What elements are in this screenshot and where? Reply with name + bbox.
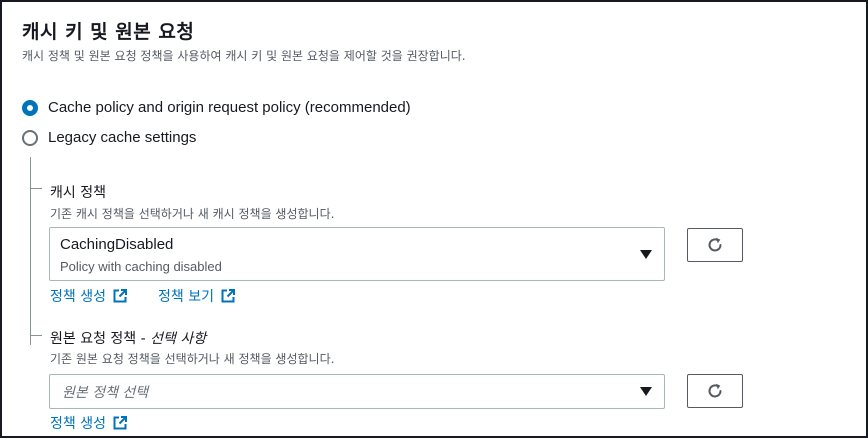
cache-policy-refresh-button[interactable] — [687, 228, 743, 262]
external-link-icon — [220, 288, 236, 304]
origin-request-policy-title-text: 원본 요청 정책 - — [50, 331, 146, 347]
origin-request-policy-placeholder: 원본 정책 선택 — [62, 385, 149, 401]
cache-policy-title: 캐시 정책 — [50, 185, 106, 201]
refresh-icon — [708, 237, 722, 252]
radio-label-recommended: Cache policy and origin request policy (… — [48, 99, 411, 116]
create-cache-policy-link[interactable]: 정책 생성 — [50, 286, 128, 306]
cache-policy-selected-description: Policy with caching disabled — [60, 259, 222, 274]
create-cache-policy-link-label: 정책 생성 — [50, 289, 106, 305]
origin-request-policy-description: 기존 원본 요청 정책을 선택하거나 새 정책을 생성합니다. — [50, 352, 335, 366]
tree-connector-tick — [30, 188, 42, 189]
section-title: 캐시 키 및 원본 요청 — [22, 21, 195, 43]
create-origin-request-policy-link-label: 정책 생성 — [50, 416, 106, 432]
radio-cache-policy-option[interactable]: Cache policy and origin request policy (… — [22, 99, 411, 116]
caret-down-icon — [640, 250, 652, 259]
view-cache-policy-link[interactable]: 정책 보기 — [158, 286, 236, 306]
cache-policy-description: 기존 캐시 정책을 선택하거나 새 캐시 정책을 생성합니다. — [50, 207, 335, 221]
optional-label: 선택 사항 — [150, 331, 207, 347]
radio-label-legacy: Legacy cache settings — [48, 129, 197, 146]
origin-request-policy-select[interactable]: 원본 정책 선택 — [49, 374, 665, 409]
external-link-icon — [112, 415, 128, 431]
refresh-icon — [708, 383, 722, 398]
view-cache-policy-link-label: 정책 보기 — [158, 289, 214, 305]
origin-request-policy-title: 원본 요청 정책 - 선택 사항 — [50, 328, 206, 348]
caret-down-icon — [640, 387, 652, 396]
tree-connector-line — [30, 157, 31, 345]
section-subtitle: 캐시 정책 및 원본 요청 정책을 사용하여 캐시 키 및 원본 요청을 제어할… — [22, 49, 466, 63]
create-origin-request-policy-link[interactable]: 정책 생성 — [50, 413, 128, 433]
cache-policy-selected-value: CachingDisabled — [60, 236, 174, 253]
radio-button-selected[interactable] — [22, 99, 38, 116]
tree-connector-tick — [30, 335, 42, 336]
external-link-icon — [112, 288, 128, 304]
cache-policy-select[interactable]: CachingDisabled Policy with caching disa… — [49, 227, 665, 281]
radio-legacy-option[interactable]: Legacy cache settings — [22, 129, 196, 146]
radio-button-unselected[interactable] — [22, 129, 38, 146]
settings-panel: 캐시 키 및 원본 요청 캐시 정책 및 원본 요청 정책을 사용하여 캐시 키… — [0, 0, 868, 438]
origin-request-policy-refresh-button[interactable] — [687, 374, 743, 408]
